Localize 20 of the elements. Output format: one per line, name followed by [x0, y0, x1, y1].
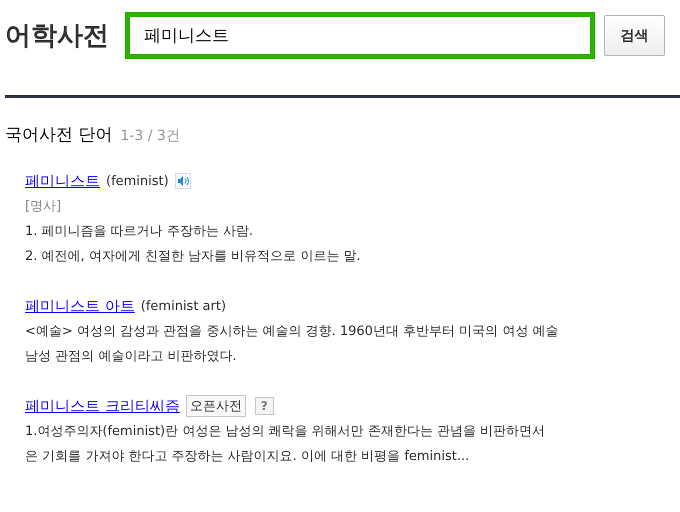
definition-text: 남성 관점의 예술이라고 비판하였다. [25, 348, 238, 366]
source-tag: 오픈사전 [186, 395, 246, 417]
definition-text: 1.여성주의자(feminist)란 여성은 남성의 쾌락을 위해서만 존재한다는 관념을 비판하면서 [25, 423, 546, 441]
help-button[interactable]: ? [254, 397, 274, 415]
part-of-speech: [명사] [25, 198, 62, 216]
search-button[interactable]: 검색 [604, 15, 665, 56]
definition-text: 1. 페미니즘을 따르거나 주장하는 사람. [25, 223, 254, 241]
section-title: 국어사전 단어 [5, 124, 112, 146]
original-word: (feminist) [106, 174, 169, 188]
search-field[interactable]: 페미니스트 [125, 12, 595, 59]
definition-text: <예술> 여성의 감성과 관점을 중시하는 예술의 경향. 1960년대 후반부터 미국의 여성 예술 [25, 323, 560, 341]
dictionary-title: 어학사전 [5, 20, 110, 53]
speaker-icon[interactable] [174, 173, 191, 189]
result-count: 1-3 / 3건 [120, 127, 180, 145]
definition-text: 2. 예전에, 여자에게 친절한 남자를 비유적으로 이르는 말. [25, 248, 362, 266]
entry-link[interactable]: 페미니스트 크리티씨즘 [25, 396, 180, 416]
entry-link[interactable]: 페미니스트 [25, 172, 100, 190]
original-word: (feminist art) [140, 298, 226, 314]
definition-text: 은 기회를 가져야 한다고 주장하는 사람이지요. 이에 대한 비평을 feminist... [25, 448, 470, 466]
entry-link[interactable]: 페미니스트 아트 [25, 296, 135, 316]
